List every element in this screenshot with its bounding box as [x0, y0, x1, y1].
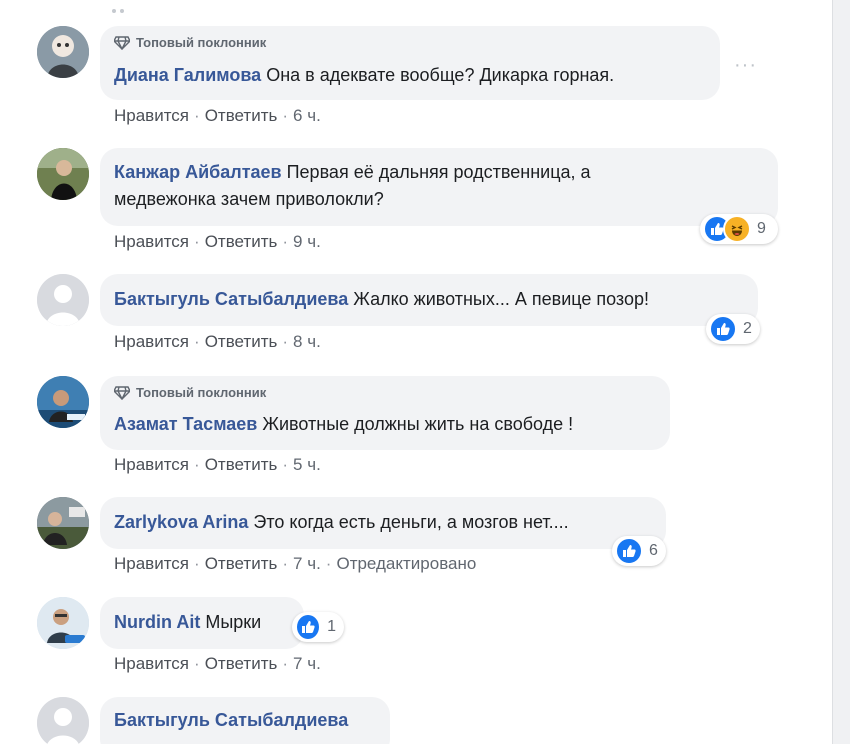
separator: ·: [282, 455, 289, 474]
reactions-summary[interactable]: 6: [612, 536, 666, 566]
comment-body: Жалко животных... А певице позор!: [353, 289, 650, 309]
badge-label: Топовый поклонник: [136, 35, 267, 50]
timestamp[interactable]: 7 ч.: [293, 554, 321, 573]
separator: ·: [282, 232, 289, 251]
comment-bubble: Топовый поклонник Диана Галимова Она в ад…: [100, 26, 720, 100]
comment-bubble: Топовый поклонник Азамат Тасмаев Животные…: [100, 376, 670, 450]
reply-link[interactable]: Ответить: [205, 654, 278, 673]
separator: ·: [282, 554, 289, 573]
like-link[interactable]: Нравится: [114, 455, 189, 474]
like-link[interactable]: Нравится: [114, 554, 189, 573]
separator: ·: [194, 654, 200, 673]
like-icon: [295, 613, 322, 641]
like-icon: [615, 537, 643, 565]
comment-body: Мырки: [205, 612, 262, 632]
reply-link[interactable]: Ответить: [205, 332, 278, 351]
comment-actions: Нравится · Ответить · 7 ч.: [114, 654, 321, 674]
comment-actions: Нравится · Ответить · 8 ч.: [114, 332, 321, 352]
comment-body: Это когда есть деньги, а мозгов нет....: [253, 512, 569, 532]
timestamp[interactable]: 8 ч.: [293, 332, 321, 351]
separator: ·: [194, 554, 200, 573]
like-link[interactable]: Нравится: [114, 654, 189, 673]
default-avatar-icon[interactable]: [37, 697, 89, 744]
like-link[interactable]: Нравится: [114, 106, 189, 125]
comment-author[interactable]: Zarlykova Arina: [114, 512, 248, 532]
avatar[interactable]: [37, 148, 89, 200]
comment-bubble: Бактыгуль Сатыбалдиева: [100, 697, 390, 744]
comment-actions: Нравится · Ответить · 9 ч.: [114, 232, 321, 252]
diamond-icon: [114, 385, 130, 400]
comment-text: Канжар Айбалтаев Первая её дальняя родств…: [114, 159, 591, 186]
like-link[interactable]: Нравится: [114, 232, 189, 251]
timestamp[interactable]: 6 ч.: [293, 106, 321, 125]
comment-text: Бактыгуль Сатыбалдиева: [114, 707, 353, 734]
comment-author[interactable]: Бактыгуль Сатыбалдиева: [114, 289, 348, 309]
comments-panel: Топовый поклонник Диана Галимова Она в ад…: [0, 0, 832, 744]
avatar[interactable]: [37, 26, 89, 78]
reaction-count: 9: [757, 220, 766, 237]
avatar[interactable]: [37, 376, 89, 428]
separator: ·: [194, 455, 200, 474]
reply-link[interactable]: Ответить: [205, 106, 278, 125]
reply-link[interactable]: Ответить: [205, 455, 278, 474]
separator: ·: [194, 232, 200, 251]
comment-text: Nurdin Ait Мырки: [114, 609, 261, 636]
reply-link[interactable]: Ответить: [205, 232, 278, 251]
timestamp[interactable]: 5 ч.: [293, 455, 321, 474]
page-scrollbar[interactable]: [832, 0, 850, 744]
separator: ·: [325, 554, 332, 573]
comment-text: Бактыгуль Сатыбалдиева Жалко животных... …: [114, 286, 649, 313]
separator: ·: [194, 332, 200, 351]
avatar[interactable]: [37, 497, 89, 549]
timestamp[interactable]: 7 ч.: [293, 654, 321, 673]
comment-text: Zarlykova Arina Это когда есть деньги, а …: [114, 509, 569, 536]
comment-bubble: Nurdin Ait Мырки: [100, 597, 304, 649]
reaction-count: 2: [743, 320, 752, 337]
comment-text: Азамат Тасмаев Животные должны жить на св…: [114, 411, 573, 438]
badge-label: Топовый поклонник: [136, 385, 267, 400]
reactions-summary[interactable]: 1: [292, 612, 344, 642]
comment-author[interactable]: Диана Галимова: [114, 65, 261, 85]
reactions-summary[interactable]: 9: [700, 214, 778, 244]
separator: ·: [282, 332, 289, 351]
comment-text-line-2: медвежонка зачем приволокли?: [114, 189, 384, 209]
comment-actions: Нравится · Ответить · 6 ч.: [114, 106, 321, 126]
edited-label[interactable]: Отредактировано: [336, 554, 476, 573]
reaction-count: 6: [649, 542, 658, 559]
separator: ·: [194, 106, 200, 125]
like-link[interactable]: Нравится: [114, 332, 189, 351]
comment-bubble: Бактыгуль Сатыбалдиева Жалко животных... …: [100, 274, 758, 326]
comment-body: Она в адеквате вообще? Дикарка горная.: [266, 65, 615, 85]
comment-actions: Нравится · Ответить · 5 ч.: [114, 455, 321, 475]
separator: ·: [282, 654, 289, 673]
top-fan-badge: Топовый поклонник: [114, 35, 266, 50]
like-icon: [709, 315, 737, 343]
comment-actions: Нравится · Ответить · 7 ч. · Отредактировано: [114, 554, 476, 574]
comment-author[interactable]: Канжар Айбалтаев: [114, 162, 282, 182]
timestamp[interactable]: 9 ч.: [293, 232, 321, 251]
comment-author[interactable]: Nurdin Ait: [114, 612, 200, 632]
top-edge-remnant: [112, 0, 212, 13]
top-fan-badge: Топовый поклонник: [114, 385, 266, 400]
comment-body: Первая её дальняя родственница, а: [286, 162, 591, 182]
avatar[interactable]: [37, 597, 89, 649]
more-options-icon[interactable]: ···: [734, 55, 757, 75]
reactions-summary[interactable]: 2: [706, 314, 760, 344]
comment-bubble: Zarlykova Arina Это когда есть деньги, а …: [100, 497, 666, 549]
reply-link[interactable]: Ответить: [205, 554, 278, 573]
comment-text: Диана Галимова Она в адеквате вообще? Дик…: [114, 62, 614, 89]
default-avatar-icon[interactable]: [37, 274, 89, 326]
comment-author[interactable]: Азамат Тасмаев: [114, 414, 257, 434]
separator: ·: [282, 106, 289, 125]
comment-bubble: Канжар Айбалтаев Первая её дальняя родств…: [100, 148, 778, 226]
diamond-icon: [114, 35, 130, 50]
comment-body: Животные должны жить на свободе !: [262, 414, 574, 434]
reaction-count: 1: [327, 618, 336, 635]
comment-author[interactable]: Бактыгуль Сатыбалдиева: [114, 710, 348, 730]
haha-icon: [723, 215, 751, 243]
